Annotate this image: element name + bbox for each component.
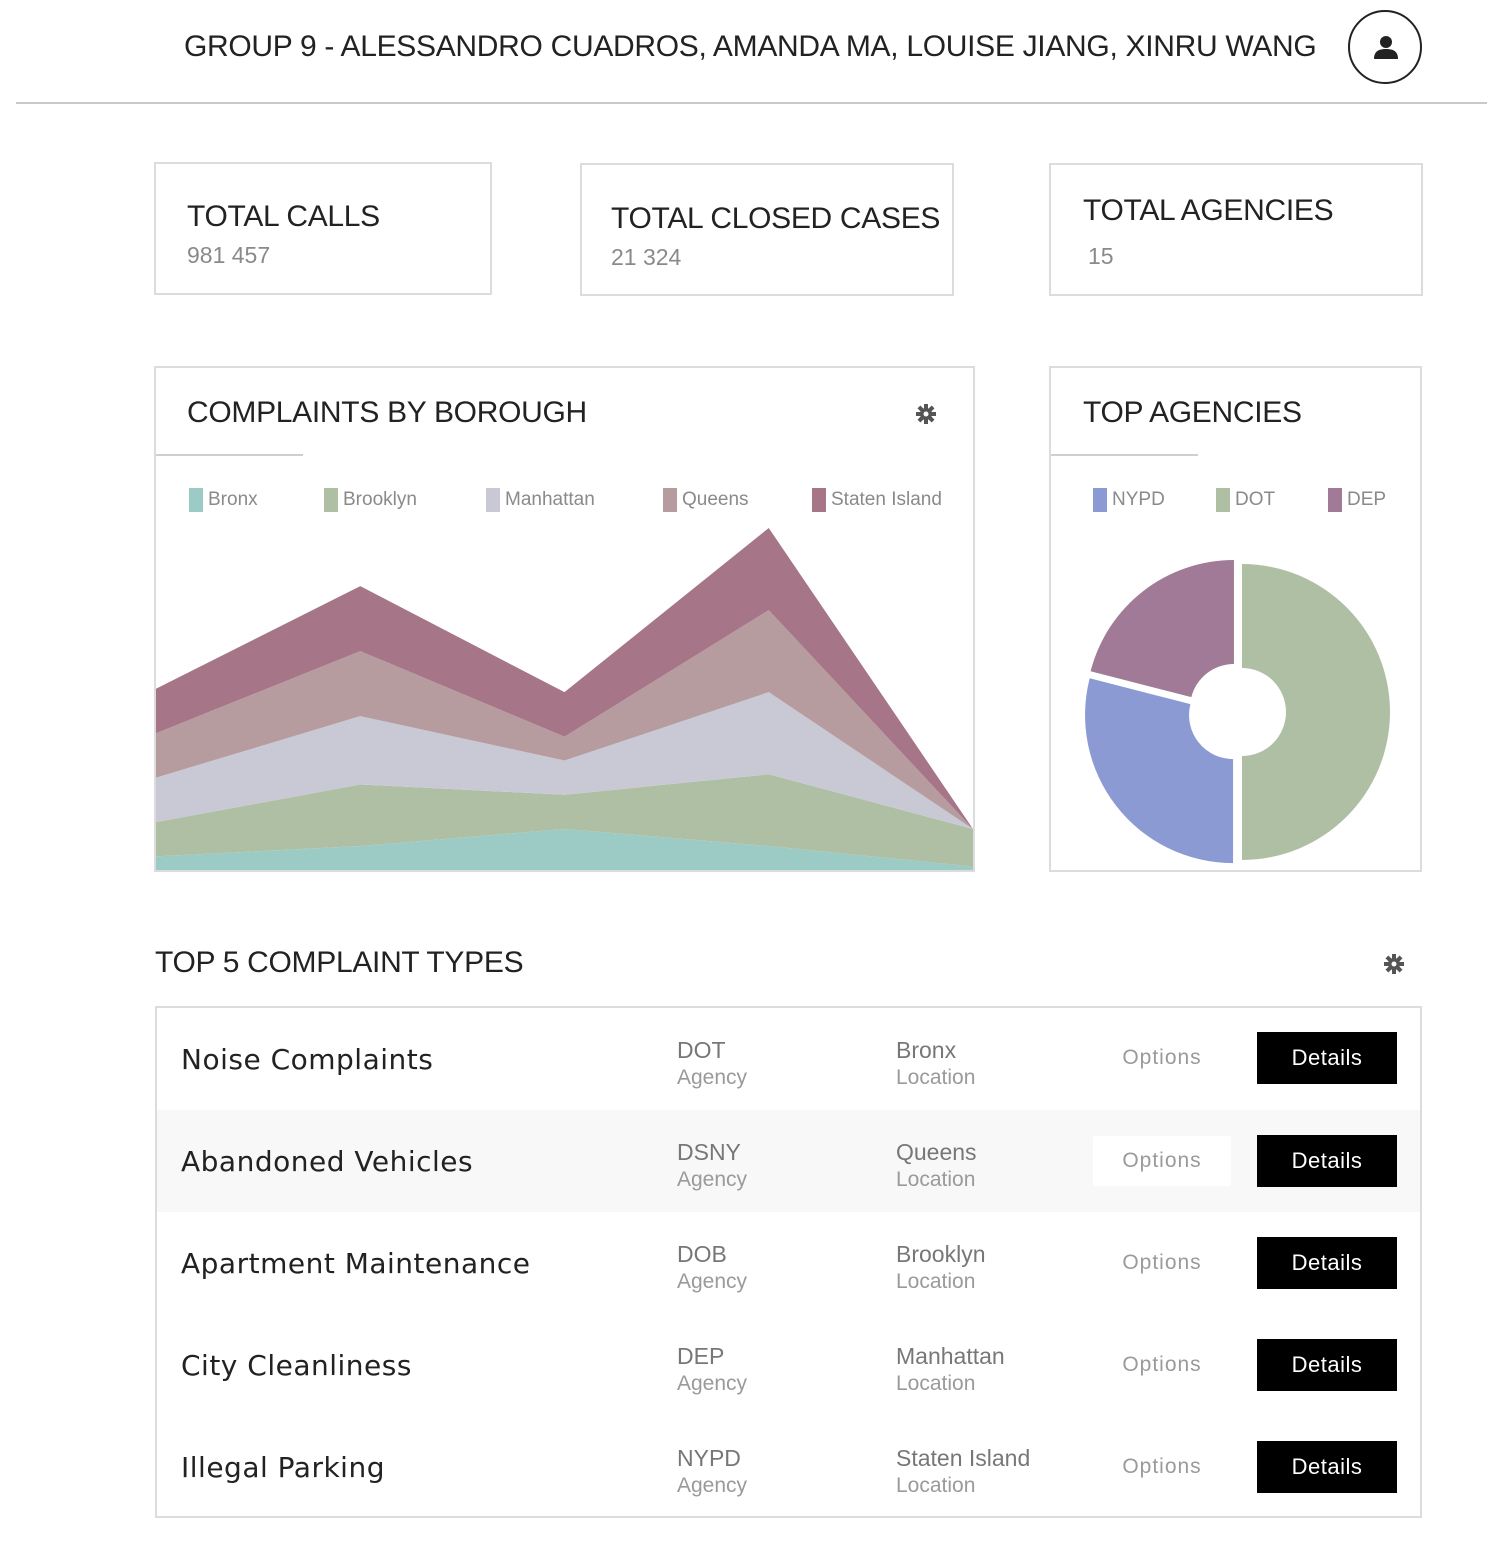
legend-label: Manhattan <box>505 489 595 510</box>
location-sub-label: Location <box>896 1474 976 1497</box>
legend-swatch <box>1216 488 1230 512</box>
legend-item-staten-island: Staten Island <box>812 488 942 512</box>
table-row: Abandoned Vehicles DSNY Agency Queens Lo… <box>157 1110 1420 1212</box>
legend-swatch <box>189 488 203 512</box>
legend-swatch <box>486 488 500 512</box>
section-title: TOP 5 COMPLAINT TYPES <box>155 946 524 979</box>
options-button[interactable]: Options <box>1093 1136 1231 1186</box>
legend-item-queens: Queens <box>663 488 749 512</box>
location-value: Queens <box>896 1139 977 1165</box>
panel-title: TOP AGENCIES <box>1083 396 1302 429</box>
options-button[interactable]: Options <box>1093 1442 1231 1492</box>
location-value: Staten Island <box>896 1445 1031 1471</box>
complaint-name: Illegal Parking <box>181 1451 385 1484</box>
location-value: Bronx <box>896 1037 957 1063</box>
table-row: Noise Complaints DOT Agency Bronx Locati… <box>157 1008 1420 1110</box>
details-button[interactable]: Details <box>1257 1237 1397 1289</box>
legend-swatch <box>1328 488 1342 512</box>
legend-item-dot: DOT <box>1216 488 1275 512</box>
panel-title: COMPLAINTS BY BOROUGH <box>187 396 587 429</box>
avatar-button[interactable] <box>1348 10 1422 84</box>
complaint-name: Noise Complaints <box>181 1043 434 1076</box>
location-sub-label: Location <box>896 1168 976 1191</box>
total-closed-cases-card: TOTAL CLOSED CASES 21 324 <box>580 163 954 296</box>
total-calls-card: TOTAL CALLS 981 457 <box>154 162 492 295</box>
agency-sub-label: Agency <box>677 1270 748 1293</box>
agency-value: DOB <box>677 1241 727 1267</box>
legend-label: Brooklyn <box>343 489 417 510</box>
total-agencies-card: TOTAL AGENCIES 15 <box>1049 163 1423 296</box>
location-sub-label: Location <box>896 1270 976 1293</box>
options-button[interactable]: Options <box>1093 1033 1231 1083</box>
agency-sub-label: Agency <box>677 1372 748 1395</box>
agency-value: DOT <box>677 1037 726 1063</box>
details-button[interactable]: Details <box>1257 1032 1397 1084</box>
stat-label: TOTAL CALLS <box>187 200 380 233</box>
legend-item-brooklyn: Brooklyn <box>324 488 417 512</box>
legend-swatch <box>663 488 677 512</box>
legend-swatch <box>812 488 826 512</box>
title-underline <box>1051 454 1198 456</box>
legend-label: Staten Island <box>831 489 942 510</box>
legend-label: NYPD <box>1112 489 1165 510</box>
stat-label: TOTAL AGENCIES <box>1083 194 1334 227</box>
gear-icon[interactable] <box>1384 954 1404 974</box>
page-title: GROUP 9 - ALESSANDRO CUADROS, AMANDA MA,… <box>184 30 1317 63</box>
location-value: Brooklyn <box>896 1241 986 1267</box>
agency-value: DEP <box>677 1343 725 1369</box>
legend-label: Queens <box>682 489 749 510</box>
legend-item-nypd: NYPD <box>1093 488 1165 512</box>
details-button[interactable]: Details <box>1257 1135 1397 1187</box>
title-underline <box>156 454 303 456</box>
donut-slice-dep <box>1090 560 1234 698</box>
complaints-by-borough-panel: COMPLAINTS BY BOROUGH Bronx Brooklyn Man… <box>154 366 975 872</box>
location-sub-label: Location <box>896 1372 976 1395</box>
table-row: Illegal Parking NYPD Agency Staten Islan… <box>157 1416 1420 1518</box>
legend-label: DOT <box>1235 489 1276 510</box>
header: GROUP 9 - ALESSANDRO CUADROS, AMANDA MA,… <box>16 0 1487 104</box>
legend-swatch <box>1093 488 1107 512</box>
options-button[interactable]: Options <box>1093 1340 1231 1390</box>
complaint-name: Abandoned Vehicles <box>181 1145 474 1178</box>
legend-item-dep: DEP <box>1328 488 1386 512</box>
agency-value: DSNY <box>677 1139 741 1165</box>
legend-label: Bronx <box>208 489 258 510</box>
complaints-area-chart <box>156 528 973 870</box>
legend-item-bronx: Bronx <box>189 488 258 512</box>
details-button[interactable]: Details <box>1257 1339 1397 1391</box>
complaint-name: City Cleanliness <box>181 1349 412 1382</box>
user-icon <box>1374 36 1398 59</box>
stat-value: 981 457 <box>187 242 271 268</box>
legend-item-manhattan: Manhattan <box>486 488 595 512</box>
gear-icon[interactable] <box>916 404 936 424</box>
complaint-name: Apartment Maintenance <box>181 1247 531 1280</box>
location-value: Manhattan <box>896 1343 1005 1369</box>
agency-sub-label: Agency <box>677 1168 748 1191</box>
top-agencies-panel: TOP AGENCIES NYPD DOT DEP <box>1049 366 1422 872</box>
table-row: Apartment Maintenance DOB Agency Brookly… <box>157 1212 1420 1314</box>
stat-value: 21 324 <box>611 244 682 270</box>
stat-label: TOTAL CLOSED CASES <box>611 202 941 235</box>
agency-sub-label: Agency <box>677 1066 748 1089</box>
location-sub-label: Location <box>896 1066 976 1089</box>
donut-slice-dot <box>1242 564 1390 860</box>
legend-label: DEP <box>1347 489 1387 510</box>
agency-sub-label: Agency <box>677 1474 748 1497</box>
details-button[interactable]: Details <box>1257 1441 1397 1493</box>
table-row: City Cleanliness DEP Agency Manhattan Lo… <box>157 1314 1420 1416</box>
agencies-donut-chart <box>1085 560 1390 864</box>
donut-slice-nypd <box>1085 678 1234 864</box>
options-button[interactable]: Options <box>1093 1238 1231 1288</box>
legend-swatch <box>324 488 338 512</box>
complaint-types-table: Noise Complaints DOT Agency Bronx Locati… <box>155 1006 1422 1518</box>
agency-value: NYPD <box>677 1445 741 1471</box>
stat-value: 15 <box>1088 243 1114 269</box>
